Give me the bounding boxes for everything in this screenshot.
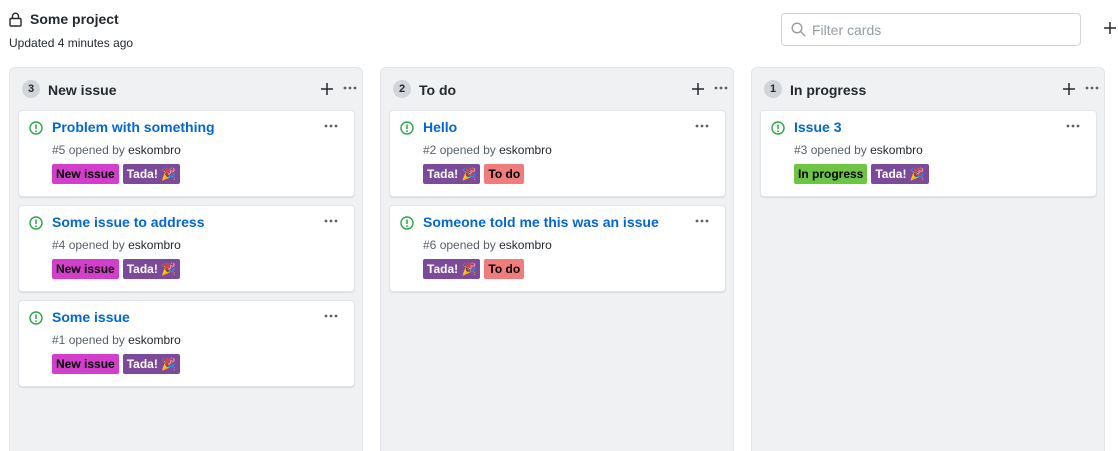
issue-title-link[interactable]: Problem with something — [52, 119, 215, 135]
issue-labels: Tada! 🎉 To do — [423, 164, 525, 184]
issue-opened-icon — [400, 121, 414, 135]
filter-cards-input[interactable] — [812, 21, 1062, 38]
issue-label[interactable]: Tada! 🎉 — [423, 259, 481, 279]
issue-labels: New issue Tada! 🎉 — [52, 259, 181, 279]
issue-label[interactable]: New issue — [52, 259, 119, 279]
card-menu-more-icon[interactable] — [323, 121, 339, 131]
issue-label[interactable]: Tada! 🎉 — [122, 259, 181, 279]
issue-labels: New issue Tada! 🎉 — [52, 164, 181, 184]
board-column: 1 In progress Issue 3 #3 opened by eskombro… — [751, 67, 1105, 451]
issue-meta: #3 opened by eskombro — [794, 143, 923, 157]
issue-label[interactable]: Tada! 🎉 — [122, 164, 181, 184]
opened-by-text: opened by — [68, 143, 125, 157]
card-menu-more-icon[interactable] — [1065, 121, 1081, 131]
issue-opened-icon — [400, 216, 414, 230]
issue-labels: Tada! 🎉 To do — [423, 259, 525, 279]
issue-author-link[interactable]: eskombro — [499, 238, 552, 252]
issue-opened-icon — [29, 311, 43, 325]
issue-label[interactable]: New issue — [52, 164, 119, 184]
issue-number[interactable]: #4 — [52, 238, 65, 252]
issue-title-link[interactable]: Some issue to address — [52, 214, 205, 230]
column-title: In progress — [790, 81, 867, 98]
issue-title-link[interactable]: Hello — [423, 119, 457, 135]
issue-card[interactable]: Some issue to address #4 opened by eskomb… — [18, 205, 355, 292]
opened-by-text: opened by — [68, 238, 125, 252]
issue-card[interactable]: Someone told me this was an issue #6 open… — [389, 205, 726, 292]
column-card-count: 1 — [764, 80, 782, 98]
issue-card[interactable]: Hello #2 opened by eskombro Tada! 🎉 To do — [389, 110, 726, 197]
issue-card[interactable]: Problem with something #5 opened by eskom… — [18, 110, 355, 197]
add-card-plus-icon[interactable] — [320, 82, 334, 96]
issue-labels: New issue Tada! 🎉 — [52, 354, 181, 374]
updated-timestamp: Updated 4 minutes ago — [9, 36, 134, 50]
issue-label[interactable]: Tada! 🎉 — [871, 164, 929, 184]
issue-card[interactable]: Issue 3 #3 opened by eskombro In progress T… — [760, 110, 1097, 197]
lock-icon — [9, 12, 22, 27]
issue-opened-icon — [29, 121, 43, 135]
project-header: Some project Updated 4 minutes ago — [9, 10, 133, 50]
issue-author-link[interactable]: eskombro — [870, 143, 923, 157]
issue-number[interactable]: #6 — [423, 238, 436, 252]
column-header: 3 New issue — [10, 68, 362, 110]
board-column: 3 New issue Problem with something #5 opene… — [9, 67, 363, 451]
column-header: 2 To do — [381, 68, 733, 110]
issue-number[interactable]: #5 — [52, 143, 65, 157]
opened-by-text: opened by — [439, 143, 496, 157]
opened-by-text: opened by — [439, 238, 496, 252]
issue-labels: In progress Tada! 🎉 — [794, 164, 929, 184]
project-title-row: Some project — [9, 10, 133, 28]
issue-meta: #1 opened by eskombro — [52, 333, 181, 347]
issue-title-link[interactable]: Some issue — [52, 309, 130, 325]
issue-meta: #4 opened by eskombro — [52, 238, 181, 252]
issue-author-link[interactable]: eskombro — [499, 143, 552, 157]
issue-author-link[interactable]: eskombro — [128, 143, 181, 157]
add-card-plus-icon[interactable] — [1062, 82, 1076, 96]
issue-label[interactable]: In progress — [794, 164, 868, 184]
issue-label[interactable]: Tada! 🎉 — [122, 354, 181, 374]
add-column-plus-icon[interactable] — [1102, 20, 1118, 36]
issue-label[interactable]: To do — [484, 259, 525, 279]
column-title: New issue — [48, 81, 117, 98]
issue-label[interactable]: To do — [484, 164, 525, 184]
column-card-count: 3 — [22, 80, 40, 98]
issue-number[interactable]: #3 — [794, 143, 807, 157]
issue-label[interactable]: New issue — [52, 354, 119, 374]
issue-meta: #2 opened by eskombro — [423, 143, 552, 157]
issue-number[interactable]: #1 — [52, 333, 65, 347]
issue-title-link[interactable]: Issue 3 — [794, 119, 841, 135]
issue-meta: #6 opened by eskombro — [423, 238, 552, 252]
card-menu-more-icon[interactable] — [323, 311, 339, 321]
column-title: To do — [419, 81, 457, 98]
filter-cards-box[interactable] — [781, 13, 1081, 46]
opened-by-text: opened by — [68, 333, 125, 347]
column-header: 1 In progress — [752, 68, 1104, 110]
column-menu-more-icon[interactable] — [1084, 81, 1100, 95]
column-card-count: 2 — [393, 80, 411, 98]
issue-number[interactable]: #2 — [423, 143, 436, 157]
issue-card[interactable]: Some issue #1 opened by eskombro New issue… — [18, 300, 355, 387]
issue-author-link[interactable]: eskombro — [128, 333, 181, 347]
issue-meta: #5 opened by eskombro — [52, 143, 181, 157]
card-menu-more-icon[interactable] — [694, 216, 710, 226]
column-menu-more-icon[interactable] — [713, 81, 729, 95]
add-card-plus-icon[interactable] — [691, 82, 705, 96]
issue-opened-icon — [29, 216, 43, 230]
issue-opened-icon — [771, 121, 785, 135]
project-title[interactable]: Some project — [30, 11, 119, 27]
search-icon — [791, 22, 806, 37]
issue-author-link[interactable]: eskombro — [128, 238, 181, 252]
card-menu-more-icon[interactable] — [323, 216, 339, 226]
opened-by-text: opened by — [810, 143, 867, 157]
board-column: 2 To do Hello #2 opened by eskombro Tada! 🎉 T… — [380, 67, 734, 451]
issue-label[interactable]: Tada! 🎉 — [423, 164, 481, 184]
column-menu-more-icon[interactable] — [342, 81, 358, 95]
card-menu-more-icon[interactable] — [694, 121, 710, 131]
issue-title-link[interactable]: Someone told me this was an issue — [423, 214, 659, 230]
